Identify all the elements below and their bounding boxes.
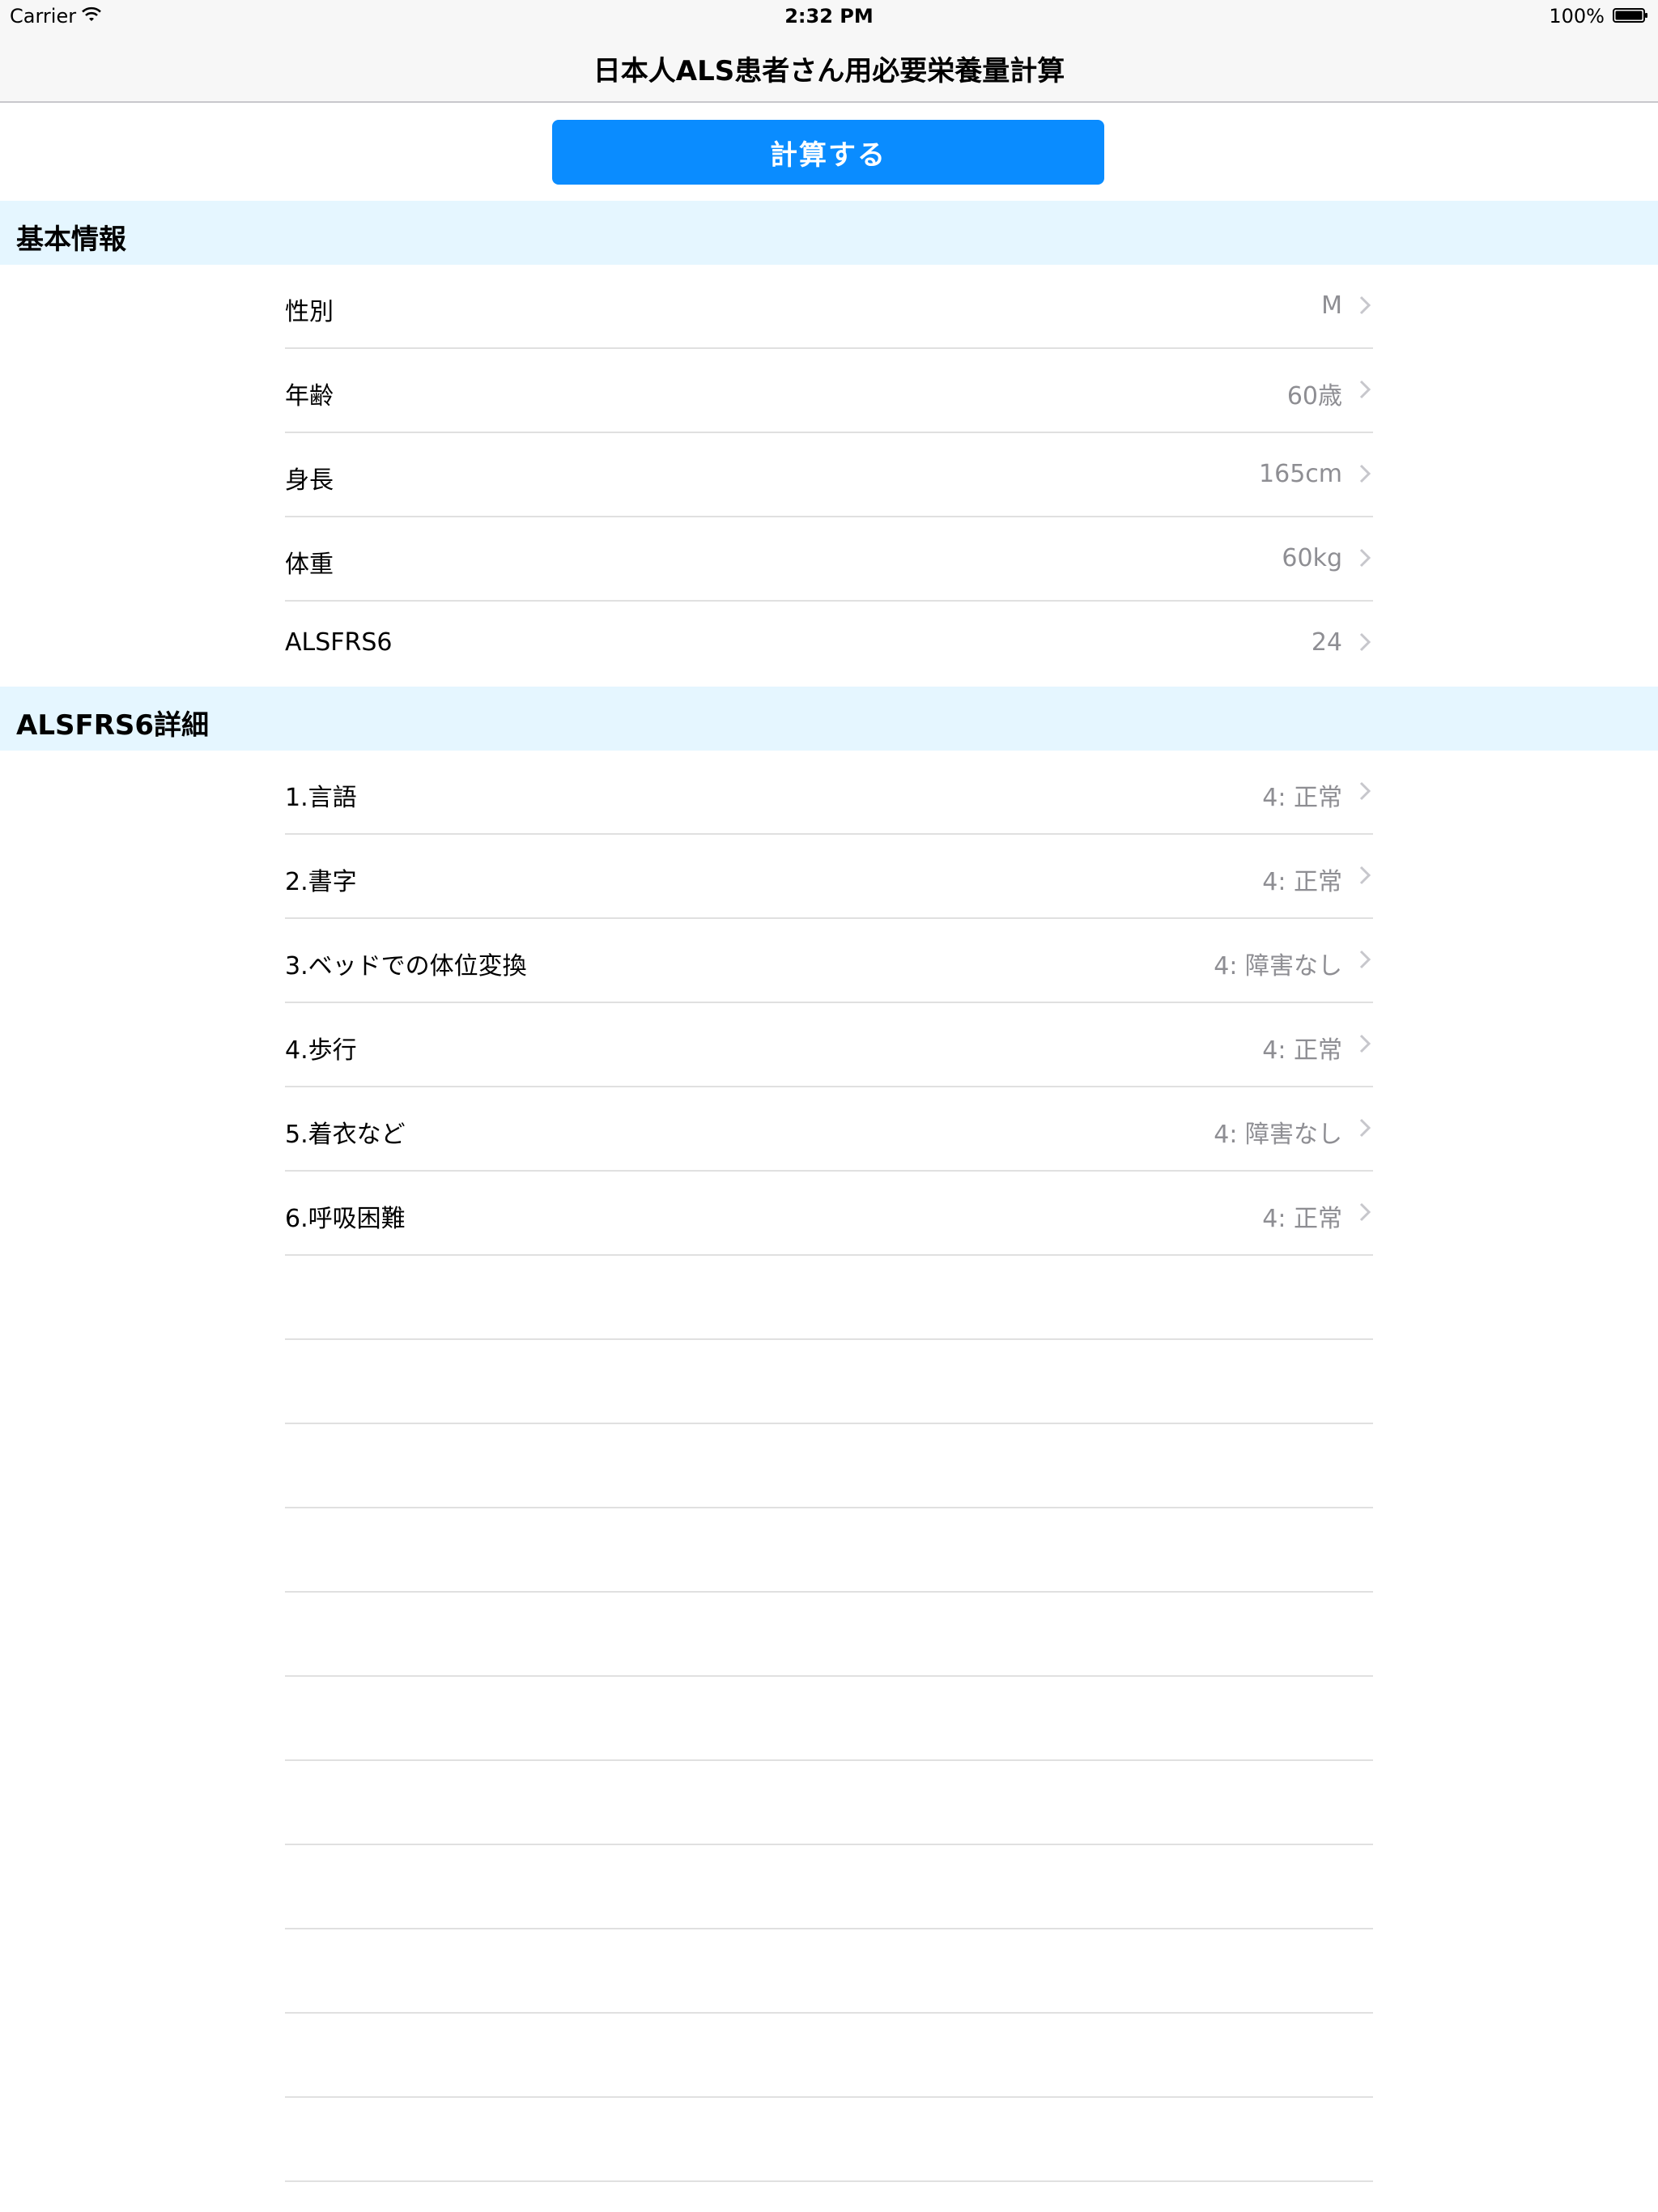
empty-row — [285, 1929, 1373, 2014]
row-value: 4: 障害なし — [1214, 952, 1342, 981]
row-label: 2.書字 — [285, 868, 357, 896]
row-value: 60kg — [1282, 544, 1342, 572]
empty-row — [285, 2014, 1373, 2098]
clock: 2:32 PM — [784, 5, 874, 28]
empty-row — [285, 1677, 1373, 1761]
chevron-right-icon — [1359, 781, 1371, 801]
row-value: 4: 正常 — [1262, 1205, 1342, 1233]
row-value: 4: 正常 — [1262, 1036, 1342, 1065]
battery-percentage: 100% — [1549, 5, 1605, 28]
section-header-basic-info: 基本情報 — [0, 201, 1658, 265]
row-label: 4.歩行 — [285, 1036, 357, 1065]
chevron-right-icon — [1359, 1034, 1371, 1053]
row-walking[interactable]: 4.歩行 4: 正常 — [285, 1003, 1373, 1087]
row-value: 4: 障害なし — [1214, 1121, 1342, 1149]
chevron-right-icon — [1359, 380, 1371, 399]
empty-row — [285, 1256, 1373, 1340]
row-value: 4: 正常 — [1262, 784, 1342, 812]
row-label: 3.ベッドでの体位変換 — [285, 952, 527, 981]
row-alsfrs6[interactable]: ALSFRS6 24 — [285, 602, 1373, 686]
chevron-right-icon — [1359, 1118, 1371, 1138]
row-label: 体重 — [285, 551, 334, 579]
section-title: ALSFRS6詳細 — [16, 709, 210, 742]
row-label: 1.言語 — [285, 784, 357, 812]
row-dressing[interactable]: 5.着衣など 4: 障害なし — [285, 1087, 1373, 1172]
row-age[interactable]: 年齢 60歳 — [285, 349, 1373, 433]
empty-row — [285, 1761, 1373, 1845]
row-gender[interactable]: 性別 M — [285, 265, 1373, 349]
row-handwriting[interactable]: 2.書字 4: 正常 — [285, 835, 1373, 919]
navigation-bar: 日本人ALS患者さん用必要栄養量計算 — [0, 32, 1658, 103]
page-title: 日本人ALS患者さん用必要栄養量計算 — [593, 55, 1065, 87]
section-header-alsfrs6-detail: ALSFRS6詳細 — [0, 687, 1658, 751]
empty-row — [285, 1593, 1373, 1677]
row-speech[interactable]: 1.言語 4: 正常 — [285, 751, 1373, 835]
chevron-right-icon — [1359, 950, 1371, 969]
chevron-right-icon — [1359, 464, 1371, 483]
row-height[interactable]: 身長 165cm — [285, 433, 1373, 517]
row-label: 身長 — [285, 466, 334, 495]
row-value: M — [1321, 291, 1342, 320]
row-value: 60歳 — [1286, 382, 1342, 410]
chevron-right-icon — [1359, 866, 1371, 885]
row-dyspnea[interactable]: 6.呼吸困難 4: 正常 — [285, 1172, 1373, 1256]
chevron-right-icon — [1359, 632, 1371, 652]
section-title: 基本情報 — [16, 223, 126, 256]
row-weight[interactable]: 体重 60kg — [285, 517, 1373, 602]
empty-row — [285, 1845, 1373, 1929]
status-bar: Carrier 2:32 PM 100% — [0, 0, 1658, 32]
row-turning-in-bed[interactable]: 3.ベッドでの体位変換 4: 障害なし — [285, 919, 1373, 1003]
row-value: 24 — [1311, 628, 1342, 657]
empty-row — [285, 1424, 1373, 1508]
row-label: ALSFRS6 — [285, 628, 393, 657]
row-value: 4: 正常 — [1262, 868, 1342, 896]
row-value: 165cm — [1259, 460, 1342, 488]
calculate-button[interactable]: 計算する — [552, 120, 1104, 185]
empty-row — [285, 1508, 1373, 1593]
row-label: 年齢 — [285, 382, 334, 410]
battery-icon — [1613, 8, 1647, 23]
empty-row — [285, 2098, 1373, 2182]
row-label: 5.着衣など — [285, 1121, 406, 1149]
empty-row — [285, 1340, 1373, 1424]
row-label: 性別 — [285, 298, 334, 326]
chevron-right-icon — [1359, 1202, 1371, 1222]
row-label: 6.呼吸困難 — [285, 1205, 406, 1233]
chevron-right-icon — [1359, 296, 1371, 315]
chevron-right-icon — [1359, 548, 1371, 568]
